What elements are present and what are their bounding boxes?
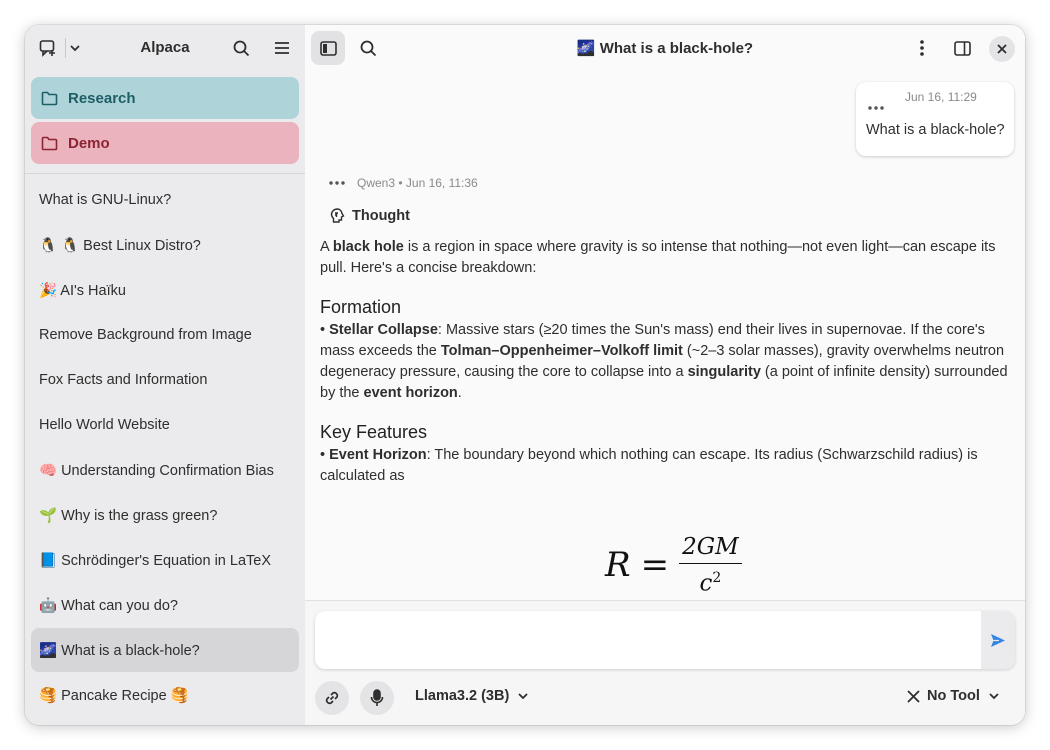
microphone-icon: [370, 689, 384, 706]
bullet: •: [320, 322, 330, 338]
new-chat-button[interactable]: [31, 31, 65, 65]
chat-item[interactable]: Hello World Website: [31, 403, 299, 447]
model-label: Llama3.2 (3B): [415, 688, 510, 704]
message-timestamp: Jun 16, 11:29: [905, 90, 977, 104]
toggle-sidebar-button[interactable]: [311, 31, 345, 65]
chat-view: 🌌 What is a black-hole? Jun 16, 11:29 Wh…: [305, 25, 1025, 725]
formation-paragraph: • Stellar Collapse: Massive stars (≥20 t…: [320, 320, 1012, 404]
send-button[interactable]: [981, 611, 1015, 669]
chevron-down-icon: [517, 690, 529, 702]
bot-message-content: A black hole is a region in space where …: [320, 237, 1012, 487]
chat-item[interactable]: 🥞 Pancake Recipe 🥞: [31, 673, 299, 717]
chat-item[interactable]: 📘 Schrödinger's Equation in LaTeX: [31, 538, 299, 582]
close-icon: [997, 44, 1007, 54]
attachment-icon: [325, 691, 339, 705]
intro-paragraph: A black hole is a region in space where …: [320, 237, 1012, 279]
formula-lhs: R: [605, 545, 631, 586]
more-dots-icon: [868, 106, 884, 110]
sidebar-search-button[interactable]: [224, 31, 258, 65]
chat-item[interactable]: What is GNU-Linux?: [31, 178, 299, 222]
chat-options-button[interactable]: [905, 31, 939, 65]
tool-selector[interactable]: No Tool: [907, 688, 1000, 704]
more-dots-icon: [329, 181, 345, 185]
split-view-icon: [953, 40, 971, 56]
bold-term: Event Horizon: [329, 447, 427, 463]
formula-den-exponent: 2: [712, 570, 722, 586]
features-paragraph: • Event Horizon: The boundary beyond whi…: [320, 445, 1012, 487]
chat-item[interactable]: 🤖 What can you do?: [31, 583, 299, 627]
message-text: What is a black-hole?: [866, 122, 1005, 138]
thought-toggle[interactable]: Thought: [329, 207, 410, 224]
message-options-button[interactable]: [329, 181, 345, 185]
text-run: A: [320, 239, 333, 255]
chat-item[interactable]: 🎉 AI's Haïku: [31, 268, 299, 312]
main-menu-button[interactable]: [265, 31, 299, 65]
message-input[interactable]: [315, 611, 1003, 669]
formula-equals: =: [640, 545, 670, 586]
search-icon: [233, 40, 249, 56]
chat-item-selected[interactable]: 🌌 What is a black-hole?: [31, 628, 299, 672]
microphone-button[interactable]: [360, 681, 394, 715]
bold-term: black hole: [332, 239, 404, 255]
sidebar-header: Alpaca: [25, 25, 305, 71]
sidebar: Alpaca Research Demo What is GNU-Linux? …: [25, 25, 306, 725]
chevron-down-icon: [988, 690, 1000, 702]
toggle-panel-button[interactable]: [945, 31, 979, 65]
sidebar-toggle-icon: [319, 40, 337, 56]
folder-label: Demo: [68, 134, 110, 152]
close-window-button[interactable]: [989, 36, 1015, 62]
formula-fraction: 2GM c2: [679, 533, 742, 598]
folder-icon: [41, 91, 58, 106]
kebab-menu-icon: [920, 40, 924, 56]
new-chat-options-button[interactable]: [61, 31, 89, 65]
message-options-button[interactable]: [868, 97, 884, 115]
app-title: Alpaca: [140, 39, 190, 56]
bot-message-header: Qwen3 • Jun 16, 11:36: [329, 176, 478, 190]
bold-term: Stellar Collapse: [329, 322, 438, 338]
new-chat-icon: [39, 40, 55, 57]
text-run: .: [457, 385, 462, 401]
folder-demo[interactable]: Demo: [31, 122, 299, 164]
formula-numerator: 2GM: [679, 533, 742, 564]
app-window: Alpaca Research Demo What is GNU-Linux? …: [25, 25, 1025, 725]
bold-term: event horizon: [363, 385, 458, 401]
search-icon: [360, 40, 376, 56]
folder-icon: [41, 136, 58, 151]
chevron-down-icon: [70, 45, 80, 52]
bold-term: Tolman–Oppenheimer–Volkoff limit: [440, 343, 683, 359]
folder-research[interactable]: Research: [31, 77, 299, 119]
section-heading-formation: Formation: [320, 297, 402, 317]
x-icon: [907, 689, 920, 703]
attach-button[interactable]: [315, 681, 349, 715]
message-input-container: [315, 611, 1015, 669]
chat-title: 🌌 What is a black-hole?: [576, 40, 754, 57]
composer: Llama3.2 (3B) No Tool: [305, 600, 1025, 725]
chat-item[interactable]: 🐧 🐧 Best Linux Distro?: [31, 223, 299, 267]
thought-label: Thought: [352, 207, 410, 224]
chat-item[interactable]: Fox Facts and Information: [31, 358, 299, 402]
send-icon: [991, 633, 1005, 647]
chat-item[interactable]: 🧠 Understanding Confirmation Bias: [31, 448, 299, 492]
sidebar-divider: [25, 173, 305, 174]
model-selector[interactable]: Llama3.2 (3B): [415, 688, 529, 704]
chat-item[interactable]: 🌱 Why is the grass green?: [31, 493, 299, 537]
text-run: is a region in space where gravity is so…: [320, 239, 996, 276]
formula-den-base: c: [699, 570, 713, 597]
bullet: •: [320, 447, 330, 463]
chat-list: What is GNU-Linux? 🐧 🐧 Best Linux Distro…: [31, 178, 299, 718]
bot-message-meta: Qwen3 • Jun 16, 11:36: [357, 176, 478, 190]
schwarzschild-formula: R = 2GM c2: [605, 533, 742, 598]
chat-header: 🌌 What is a black-hole?: [305, 25, 1025, 71]
chat-search-button[interactable]: [351, 31, 385, 65]
thought-icon: [329, 207, 346, 224]
bold-term: singularity: [687, 364, 761, 380]
user-message: Jun 16, 11:29 What is a black-hole?: [856, 82, 1014, 156]
section-heading-key-features: Key Features: [320, 422, 428, 442]
tool-label: No Tool: [927, 688, 980, 704]
chat-item[interactable]: Remove Background from Image: [31, 313, 299, 357]
folder-label: Research: [68, 89, 136, 107]
hamburger-menu-icon: [275, 42, 289, 54]
formula-denominator: c2: [699, 564, 721, 598]
